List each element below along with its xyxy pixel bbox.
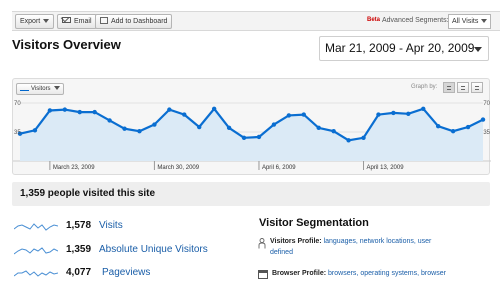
data-point[interactable] xyxy=(450,128,456,134)
metric-label: Visitors xyxy=(31,86,51,92)
data-point[interactable] xyxy=(361,135,366,140)
stat-visits: 1,578 Visits xyxy=(14,220,244,234)
x-tick-label: March 30, 2009 xyxy=(157,165,199,171)
data-point[interactable] xyxy=(391,110,396,116)
sparkline-icon xyxy=(14,223,58,231)
graph-by-week-button[interactable] xyxy=(457,82,469,93)
data-point[interactable] xyxy=(241,135,247,140)
user-defined-link-cont[interactable]: defined xyxy=(270,249,293,256)
data-point[interactable] xyxy=(92,109,97,115)
advanced-segments-select[interactable]: All Visits xyxy=(448,14,492,29)
data-point[interactable] xyxy=(465,124,471,130)
data-point[interactable] xyxy=(331,128,336,134)
x-tick-label: March 23, 2009 xyxy=(53,165,95,171)
data-point[interactable] xyxy=(167,107,172,112)
data-point[interactable] xyxy=(421,106,426,111)
advanced-segments-value: All Visits xyxy=(452,18,479,25)
dashboard-icon xyxy=(100,16,108,24)
summary-bar: 1,359 people visited this site xyxy=(12,182,490,206)
data-point[interactable] xyxy=(271,122,277,127)
stat-link[interactable]: Absolute Unique Visitors xyxy=(99,244,208,255)
visitors-profile-label: Visitors Profile: xyxy=(270,238,322,245)
data-point[interactable] xyxy=(152,122,157,127)
data-point[interactable] xyxy=(77,109,82,115)
stat-link[interactable]: Visits xyxy=(99,220,123,231)
data-point[interactable] xyxy=(435,124,441,129)
chevron-down-icon xyxy=(43,19,50,24)
data-point[interactable] xyxy=(122,126,127,131)
browser-link[interactable]: browser xyxy=(421,270,446,277)
graph-by-day-button[interactable] xyxy=(443,82,455,93)
y-tick-label: 70 xyxy=(483,101,490,107)
data-point[interactable] xyxy=(376,112,381,117)
line-series-icon xyxy=(20,86,29,91)
page-title: Visitors Overview xyxy=(12,37,121,52)
email-label: Email xyxy=(74,18,92,25)
x-tick-label: April 6, 2009 xyxy=(262,165,296,171)
data-point[interactable] xyxy=(62,107,68,112)
stat-pageviews: 4,077 Pageviews xyxy=(14,267,244,281)
data-point[interactable] xyxy=(406,111,411,116)
browser-profile-label: Browser Profile: xyxy=(272,270,327,277)
segmentation-title: Visitor Segmentation xyxy=(259,217,369,229)
chevron-down-icon xyxy=(53,86,60,91)
operating-systems-link[interactable]: operating systems, xyxy=(360,270,419,277)
series-area xyxy=(20,108,483,161)
data-point[interactable] xyxy=(32,128,38,133)
browsers-link[interactable]: browsers, xyxy=(328,270,358,277)
visitors-chart: Visitors Graph by: 70 70 35 35 March 23, 200… xyxy=(12,78,491,175)
report-toolbar: Export Email Add to Dashboard Beta Advan… xyxy=(12,11,500,31)
metric-select[interactable]: Visitors xyxy=(16,83,64,95)
date-range-picker[interactable]: Mar 21, 2009 - Apr 20, 2009 xyxy=(319,36,489,61)
envelope-icon xyxy=(62,17,71,24)
advanced-segments-label: Advanced Segments: xyxy=(382,17,449,24)
browser-window-icon xyxy=(258,270,268,279)
visitors-profile-row: Visitors Profile: languages, network loc… xyxy=(258,238,498,260)
chart-plot-area: 70 70 35 35 March 23, 2009 March 30, 2009 Apri… xyxy=(13,101,491,171)
add-to-dashboard-label: Add to Dashboard xyxy=(111,18,168,25)
data-point[interactable] xyxy=(182,112,187,117)
x-tick-label: April 13, 2009 xyxy=(367,165,405,171)
y-tick-label: 70 xyxy=(14,101,21,107)
export-label: Export xyxy=(20,18,41,25)
data-point[interactable] xyxy=(107,118,112,123)
browser-profile-row: Browser Profile: browsers, operating sys… xyxy=(258,270,498,281)
data-point[interactable] xyxy=(226,125,232,131)
data-point[interactable] xyxy=(197,124,202,130)
email-button[interactable]: Email xyxy=(57,14,97,29)
network-locations-link[interactable]: network locations, xyxy=(360,238,416,245)
stat-unique-visitors: 1,359 Absolute Unique Visitors xyxy=(14,244,254,258)
data-point[interactable] xyxy=(47,108,53,113)
data-point[interactable] xyxy=(316,125,321,131)
beta-badge: Beta xyxy=(367,17,381,23)
chevron-down-icon xyxy=(474,47,482,52)
data-point[interactable] xyxy=(346,138,351,143)
graph-by-label: Graph by: xyxy=(411,84,438,90)
data-point[interactable] xyxy=(211,106,217,111)
date-range-value: Mar 21, 2009 - Apr 20, 2009 xyxy=(325,41,475,55)
stat-value: 1,578 xyxy=(66,220,92,231)
graph-by-month-button[interactable] xyxy=(471,82,483,93)
stat-link[interactable]: Pageviews xyxy=(102,267,150,278)
add-to-dashboard-button[interactable]: Add to Dashboard xyxy=(95,14,173,29)
y-tick-label: 35 xyxy=(14,130,21,136)
data-point[interactable] xyxy=(256,134,262,140)
stat-value: 1,359 xyxy=(66,244,92,255)
user-defined-link[interactable]: user xyxy=(418,238,432,245)
y-tick-label: 35 xyxy=(483,130,490,136)
sparkline-icon xyxy=(14,270,58,277)
export-button[interactable]: Export xyxy=(15,14,55,29)
data-point[interactable] xyxy=(137,128,142,134)
person-icon xyxy=(258,238,266,249)
data-point[interactable] xyxy=(480,117,486,122)
stat-value: 4,077 xyxy=(66,267,92,278)
languages-link[interactable]: languages, xyxy=(324,238,358,245)
data-point[interactable] xyxy=(301,112,306,117)
data-point[interactable] xyxy=(286,113,292,118)
sparkline-icon xyxy=(14,247,58,255)
chevron-down-icon xyxy=(481,19,488,24)
